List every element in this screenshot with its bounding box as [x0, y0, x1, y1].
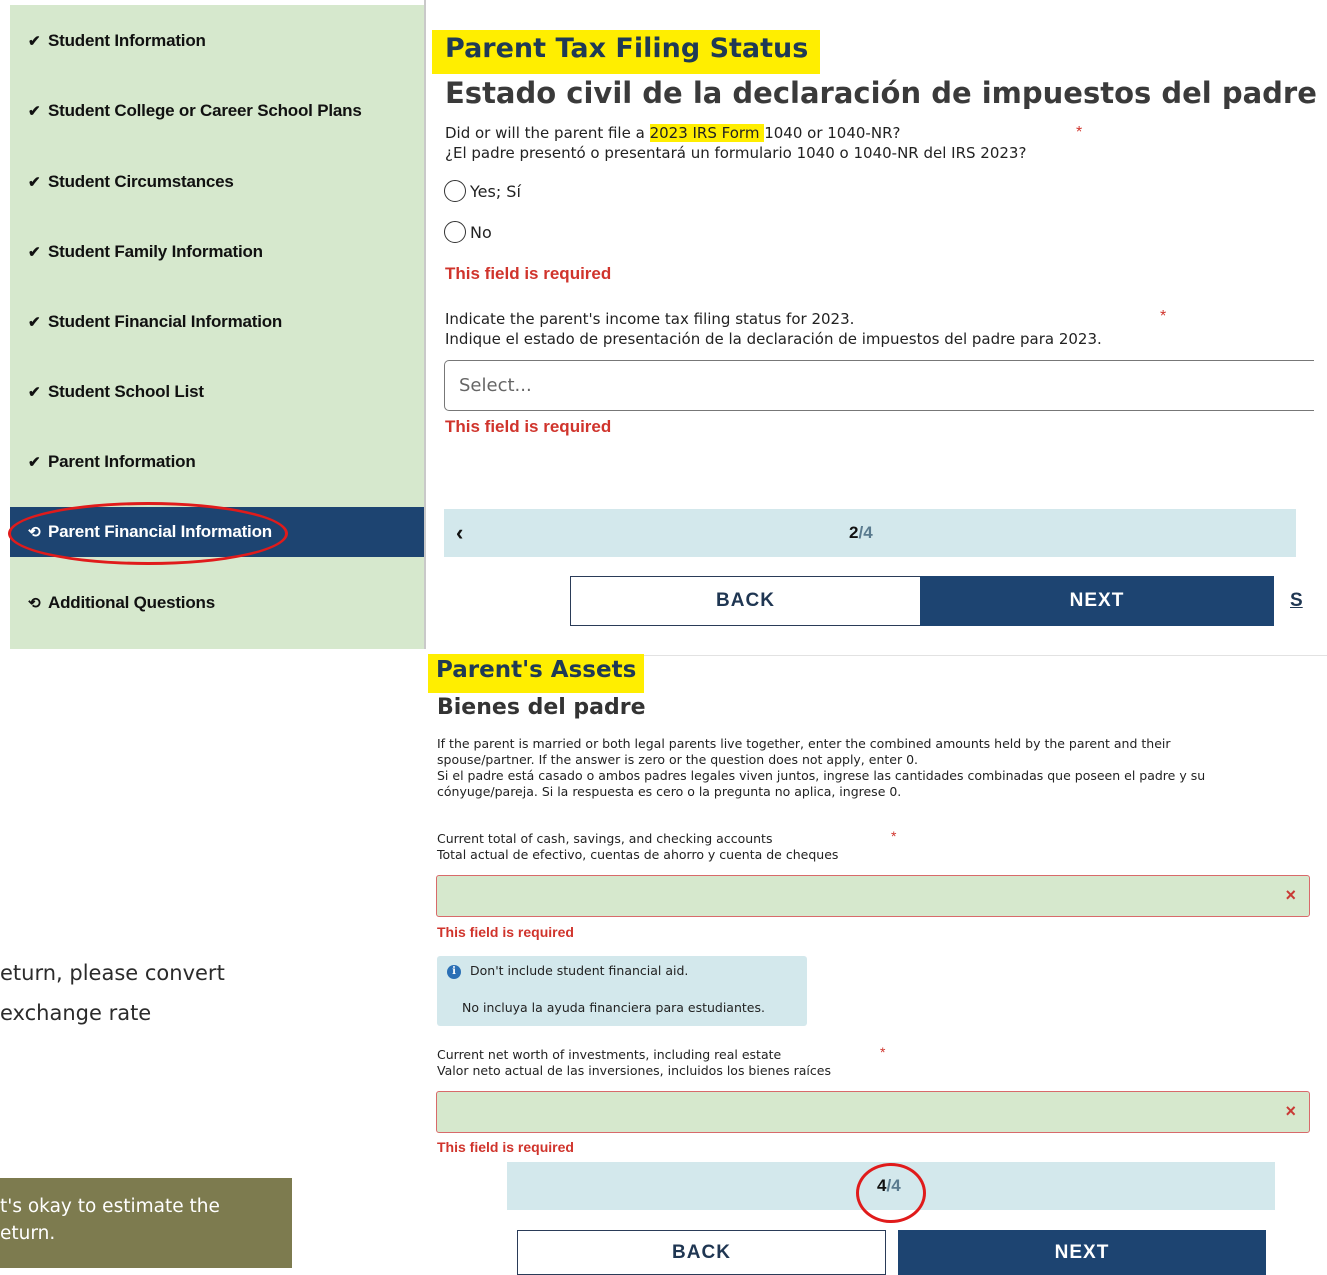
sidebar-item-label: Student School List [48, 382, 204, 401]
sidebar-item-student-school-list[interactable]: ✔ Student School List [10, 367, 424, 417]
investments-label-es: Valor neto actual de las inversiones, in… [437, 1063, 831, 1078]
page-total: /4 [858, 523, 873, 542]
assets-title: Parent's Assets [428, 654, 645, 693]
question-highlight: 2023 IRS Form [649, 124, 765, 142]
save-link-partial[interactable]: S [1290, 590, 1303, 612]
estimate-note-box: t's okay to estimate the eturn. [0, 1178, 292, 1268]
intro-text: cónyuge/pareja. Si la respuesta es cero … [437, 784, 902, 799]
cash-label: Current total of cash, savings, and chec… [437, 831, 773, 846]
back-button[interactable]: BACK [570, 576, 921, 626]
question-text: 1040 or 1040-NR? [764, 124, 901, 142]
check-icon: ✔ [28, 103, 41, 120]
sidebar-item-label: Student College or Career School Plans [48, 101, 362, 120]
radio-label: Yes; Sí [470, 181, 521, 201]
error-message: This field is required [437, 1139, 574, 1155]
cash-savings-input[interactable]: × [436, 875, 1310, 917]
sidebar-item-additional-questions[interactable]: ⟲ Additional Questions [10, 578, 424, 628]
check-icon: ✔ [28, 454, 41, 471]
info-text-es: No incluya la ayuda financiera para estu… [462, 1000, 765, 1015]
info-callout: i Don't include student financial aid. N… [437, 956, 807, 1026]
info-text: Don't include student financial aid. [470, 963, 689, 978]
question-text: Did or will the parent file a [445, 124, 650, 142]
assets-subtitle: Bienes del padre [437, 695, 646, 720]
sidebar-item-college-career-plans[interactable]: ✔ Student College or Career School Plans [10, 86, 424, 136]
check-icon: ✔ [28, 384, 41, 401]
sidebar-nav: ✔ Student Information ✔ Student College … [10, 5, 424, 649]
sidebar-item-label: Student Family Information [48, 242, 263, 261]
page-subtitle: Estado civil de la declaración de impues… [445, 76, 1317, 110]
back-button[interactable]: BACK [517, 1230, 886, 1275]
chevron-left-icon[interactable]: ‹ [456, 520, 463, 546]
sidebar-item-parent-information[interactable]: ✔ Parent Information [10, 437, 424, 487]
check-icon: ✔ [28, 314, 41, 331]
page-title: Parent Tax Filing Status [432, 30, 821, 74]
next-button[interactable]: NEXT [898, 1230, 1266, 1275]
note-text: eturn. [0, 1223, 56, 1244]
page-total: /4 [886, 1176, 901, 1195]
radio-yes[interactable]: Yes; Sí [444, 180, 521, 202]
background-text-fragment: exchange rate [0, 1001, 152, 1025]
investments-label: Current net worth of investments, includ… [437, 1047, 782, 1062]
sidebar-item-parent-financial-information[interactable]: ⟲ Parent Financial Information [10, 507, 424, 557]
error-message: This field is required [445, 264, 612, 283]
sidebar-item-student-family-information[interactable]: ✔ Student Family Information [10, 227, 424, 277]
error-message: This field is required [437, 924, 574, 940]
check-icon: ✔ [28, 174, 41, 191]
clear-icon[interactable]: × [1285, 1101, 1296, 1122]
intro-text: If the parent is married or both legal p… [437, 736, 1171, 751]
question-filing-status: Indicate the parent's income tax filing … [445, 310, 855, 328]
sidebar-item-label: Parent Financial Information [48, 522, 272, 541]
error-message: This field is required [445, 417, 612, 436]
filing-status-select[interactable]: Select... [444, 360, 1314, 411]
radio-circle[interactable] [444, 180, 466, 202]
history-icon: ⟲ [28, 595, 41, 612]
radio-no[interactable]: No [444, 221, 492, 243]
sidebar-item-student-information[interactable]: ✔ Student Information [10, 16, 424, 66]
background-text-fragment: eturn, please convert [0, 961, 225, 985]
investments-input[interactable]: × [436, 1091, 1310, 1133]
required-asterisk: * [891, 828, 897, 844]
radio-circle[interactable] [444, 221, 466, 243]
panel-divider [424, 0, 426, 649]
page-indicator: ‹ 2/4 [444, 509, 1296, 557]
check-icon: ✔ [28, 33, 41, 50]
question-irs-form: Did or will the parent file a 2023 IRS F… [445, 123, 900, 143]
sidebar-item-label: Student Information [48, 31, 206, 50]
intro-text: spouse/partner. If the answer is zero or… [437, 752, 918, 767]
check-icon: ✔ [28, 244, 41, 261]
sidebar-item-label: Additional Questions [48, 593, 215, 612]
note-text: t's okay to estimate the [0, 1196, 220, 1217]
screenshot-canvas: ✔ Student Information ✔ Student College … [0, 0, 1327, 1275]
clear-icon[interactable]: × [1285, 885, 1296, 906]
sidebar-item-label: Parent Information [48, 452, 196, 471]
required-asterisk: * [880, 1044, 886, 1060]
page-count: 4/4 [877, 1176, 901, 1196]
question-filing-status-es: Indique el estado de presentación de la … [445, 330, 1102, 348]
history-icon: ⟲ [28, 524, 41, 541]
page-indicator: 4/4 [507, 1162, 1275, 1210]
sidebar-item-label: Student Financial Information [48, 312, 283, 331]
cash-label-es: Total actual de efectivo, cuentas de aho… [437, 847, 839, 862]
next-button[interactable]: NEXT [920, 576, 1274, 626]
sidebar-item-student-circumstances[interactable]: ✔ Student Circumstances [10, 157, 424, 207]
sidebar-item-student-financial-information[interactable]: ✔ Student Financial Information [10, 297, 424, 347]
question-irs-form-es: ¿El padre presentó o presentará un formu… [445, 144, 1027, 162]
sidebar-item-label: Student Circumstances [48, 172, 234, 191]
required-asterisk: * [1160, 308, 1167, 325]
required-asterisk: * [1076, 124, 1083, 141]
page-count: 2/4 [849, 523, 873, 543]
intro-text: Si el padre está casado o ambos padres l… [437, 768, 1206, 783]
info-icon: i [447, 965, 461, 979]
radio-label: No [470, 222, 492, 242]
